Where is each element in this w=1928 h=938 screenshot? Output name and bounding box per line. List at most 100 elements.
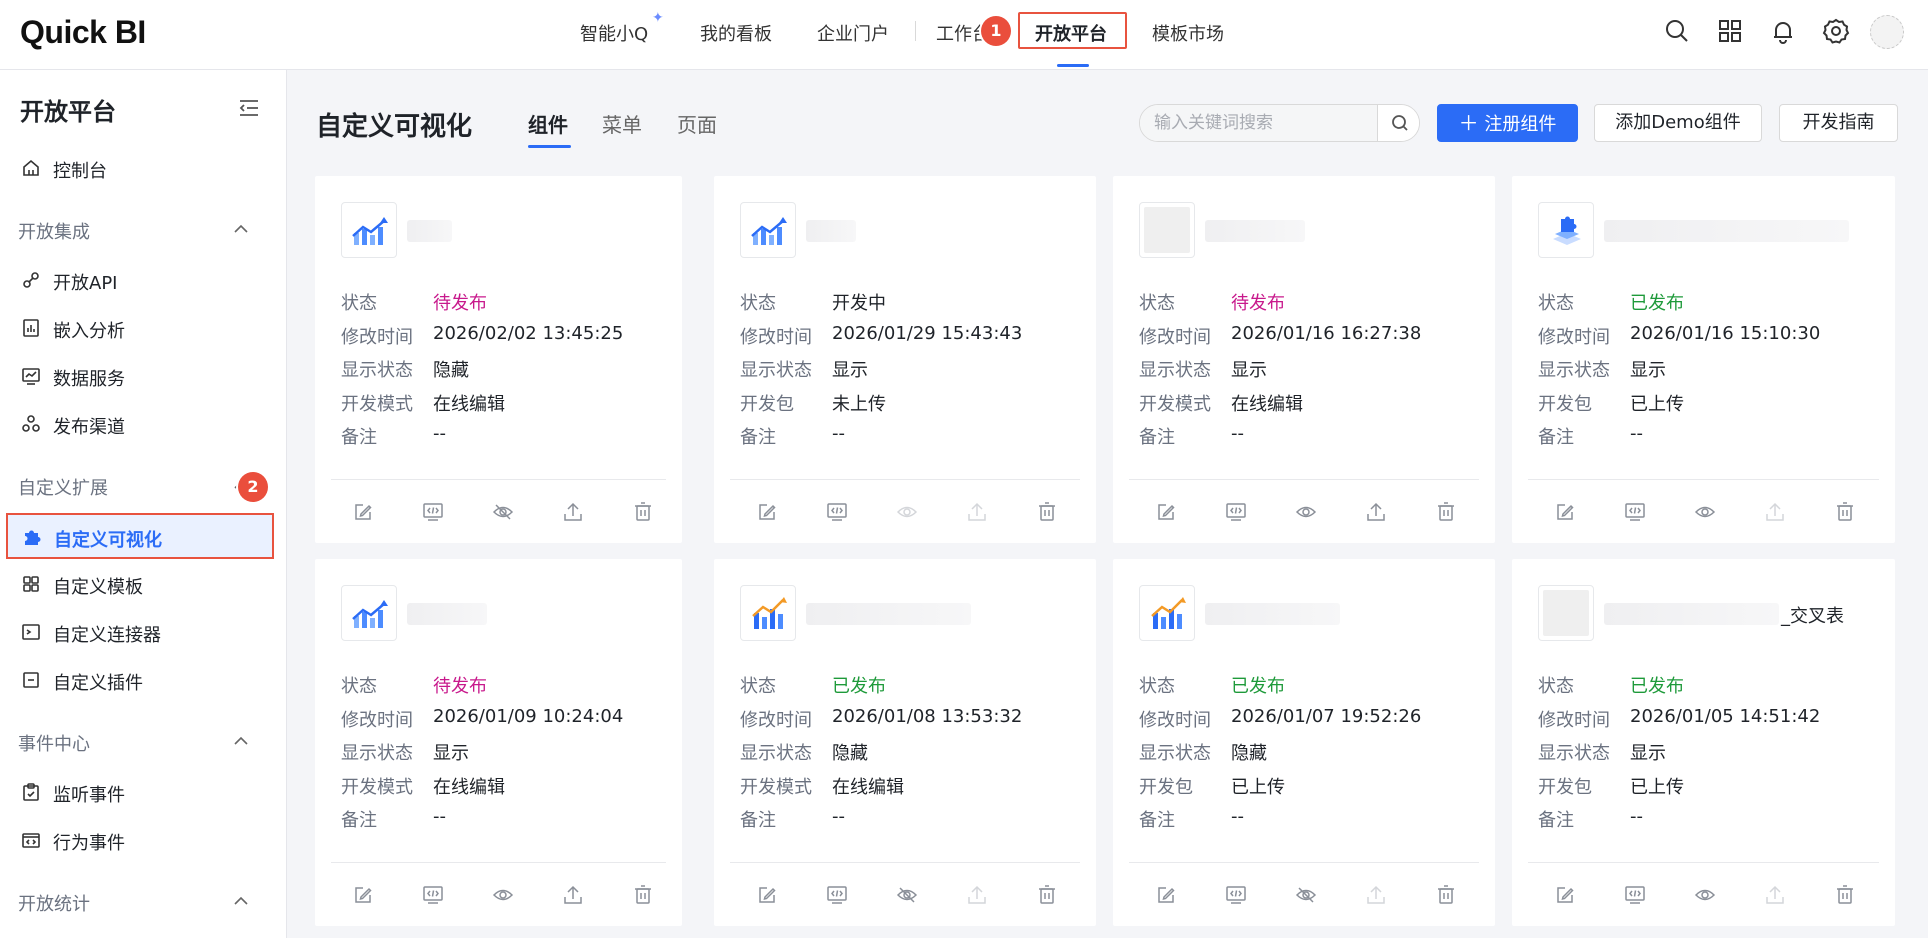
developer-guide-button[interactable]: 开发指南 [1779, 104, 1898, 142]
edit-icon[interactable] [756, 501, 778, 523]
gear-icon[interactable] [1822, 17, 1850, 45]
chevron-up-icon[interactable] [232, 895, 250, 907]
info-value: 已上传 [1630, 776, 1684, 798]
nav-enterprise-portal[interactable]: 企业门户 [817, 20, 889, 46]
upload-icon[interactable] [562, 884, 584, 906]
info-value: 隐藏 [1231, 743, 1267, 764]
collapse-sidebar-icon[interactable] [238, 98, 260, 118]
component-card[interactable]: 状态 待发布 修改时间 2026/01/09 10:24:04 显示状态 显示 开发模式 在线… [315, 559, 682, 926]
add-demo-component-button[interactable]: 添加Demo组件 [1594, 104, 1762, 142]
upload-icon[interactable] [562, 501, 584, 523]
sidebar-item-publish-channel[interactable]: 发布渠道 [0, 402, 287, 446]
trash-icon[interactable] [1435, 501, 1457, 523]
edit-icon[interactable] [352, 501, 374, 523]
sidebar-item-open-api[interactable]: 开放API [0, 258, 287, 302]
sidebar-item-listen-event[interactable]: 监听事件 [0, 770, 287, 814]
upload-icon [966, 884, 988, 906]
info-label: 状态 [341, 676, 377, 697]
sidebar-group-open-statistics[interactable]: 开放统计 [18, 890, 90, 916]
search-button[interactable] [1377, 105, 1419, 141]
trash-icon[interactable] [1834, 501, 1856, 523]
edit-icon[interactable] [352, 884, 374, 906]
trash-icon[interactable] [1834, 884, 1856, 906]
info-value: 2026/01/16 15:10:30 [1630, 322, 1821, 344]
tab-menu[interactable]: 菜单 [602, 109, 642, 138]
trash-icon[interactable] [1435, 884, 1457, 906]
component-name-redacted [1604, 220, 1849, 242]
plugin-box-icon [21, 670, 41, 690]
edit-icon[interactable] [1155, 501, 1177, 523]
sidebar-item-custom-connector[interactable]: 自定义连接器 [0, 610, 287, 654]
eye-off-icon[interactable] [1295, 884, 1317, 906]
code-icon[interactable] [1225, 884, 1247, 906]
sidebar-item-data-service[interactable]: 数据服务 [0, 354, 287, 398]
code-icon[interactable] [826, 884, 848, 906]
eye-icon[interactable] [1694, 501, 1716, 523]
eye-icon[interactable] [492, 884, 514, 906]
chevron-up-icon[interactable] [232, 223, 250, 235]
info-label: 显示状态 [1139, 743, 1211, 764]
user-avatar[interactable] [1870, 15, 1904, 49]
register-button-label: 注册组件 [1484, 114, 1557, 135]
code-icon[interactable] [1225, 501, 1247, 523]
code-icon[interactable] [826, 501, 848, 523]
component-card[interactable]: _交叉表 状态 已发布 修改时间 2026/01/05 14:51:42 显示状态 显示 开发… [1512, 559, 1895, 926]
sidebar-item-custom-visualization[interactable]: 自定义可视化 [6, 513, 274, 559]
component-card[interactable]: 状态 已发布 修改时间 2026/01/07 19:52:26 显示状态 隐藏 开发包 已上传… [1113, 559, 1495, 926]
eye-off-icon[interactable] [896, 884, 918, 906]
nav-template-market[interactable]: 模板市场 [1152, 20, 1224, 46]
chevron-up-icon[interactable] [232, 735, 250, 747]
register-component-button[interactable]: ＋ 注册组件 [1437, 104, 1578, 142]
info-value: 2026/01/07 19:52:26 [1231, 705, 1422, 727]
search-input[interactable] [1140, 105, 1377, 141]
status-value: 已发布 [1630, 676, 1684, 697]
component-card[interactable]: 状态 开发中 修改时间 2026/01/29 15:43:43 显示状态 显示 开发包 未上传… [714, 176, 1096, 543]
trash-icon[interactable] [632, 501, 654, 523]
info-label: 备注 [1538, 427, 1574, 448]
component-card[interactable]: 状态 已发布 修改时间 2026/01/08 13:53:32 显示状态 隐藏 开发模式 在线… [714, 559, 1096, 926]
sidebar-item-behavior-event[interactable]: 行为事件 [0, 818, 287, 862]
component-card[interactable]: 状态 已发布 修改时间 2026/01/16 15:10:30 显示状态 显示 开发包 已上传… [1512, 176, 1895, 543]
info-value: 在线编辑 [1231, 393, 1303, 415]
trash-icon[interactable] [1036, 884, 1058, 906]
bell-icon[interactable] [1769, 17, 1797, 45]
eye-icon[interactable] [1694, 884, 1716, 906]
code-icon[interactable] [1624, 884, 1646, 906]
eye-off-icon[interactable] [492, 501, 514, 523]
apps-grid-icon[interactable] [1716, 17, 1744, 45]
nav-smart-q[interactable]: 智能小Q [580, 20, 648, 46]
tab-pages[interactable]: 页面 [677, 109, 717, 138]
upload-icon[interactable] [1365, 501, 1387, 523]
sidebar-item-embedded-analysis[interactable]: 嵌入分析 [0, 306, 287, 350]
info-value: 2026/01/08 13:53:32 [832, 705, 1023, 727]
sidebar-item-custom-plugin[interactable]: 自定义插件 [0, 658, 287, 702]
component-card[interactable]: 状态 待发布 修改时间 2026/02/02 13:45:25 显示状态 隐藏 开发模式 在线… [315, 176, 682, 543]
sidebar-group-open-integration[interactable]: 开放集成 [18, 218, 90, 244]
code-icon[interactable] [422, 884, 444, 906]
sidebar-item-custom-template[interactable]: 自定义模板 [0, 562, 287, 606]
edit-icon[interactable] [756, 884, 778, 906]
edit-icon[interactable] [1554, 884, 1576, 906]
sidebar-group-custom-extension[interactable]: 自定义扩展 [18, 474, 108, 500]
trash-icon[interactable] [632, 884, 654, 906]
sidebar-item-label: 自定义连接器 [53, 625, 161, 646]
search-icon[interactable] [1663, 17, 1691, 45]
trash-icon[interactable] [1036, 501, 1058, 523]
nav-active-indicator [1057, 64, 1089, 67]
sidebar-group-event-center[interactable]: 事件中心 [18, 730, 90, 756]
sidebar-item-console[interactable]: 控制台 [0, 146, 287, 190]
page-title: 自定义可视化 [316, 112, 473, 142]
code-icon[interactable] [422, 501, 444, 523]
sidebar-item-label: 行为事件 [53, 833, 125, 854]
quick-bi-logo[interactable]: Quick BI [20, 14, 146, 51]
nav-my-dashboards[interactable]: 我的看板 [700, 20, 772, 46]
tab-components[interactable]: 组件 [528, 109, 568, 138]
blank-icon [1139, 202, 1195, 258]
edit-icon[interactable] [1155, 884, 1177, 906]
home-icon [21, 158, 41, 178]
eye-icon[interactable] [1295, 501, 1317, 523]
edit-icon[interactable] [1554, 501, 1576, 523]
code-icon[interactable] [1624, 501, 1646, 523]
puzzle-icon [22, 527, 42, 547]
component-card[interactable]: 状态 待发布 修改时间 2026/01/16 16:27:38 显示状态 显示 开发模式 在线… [1113, 176, 1495, 543]
